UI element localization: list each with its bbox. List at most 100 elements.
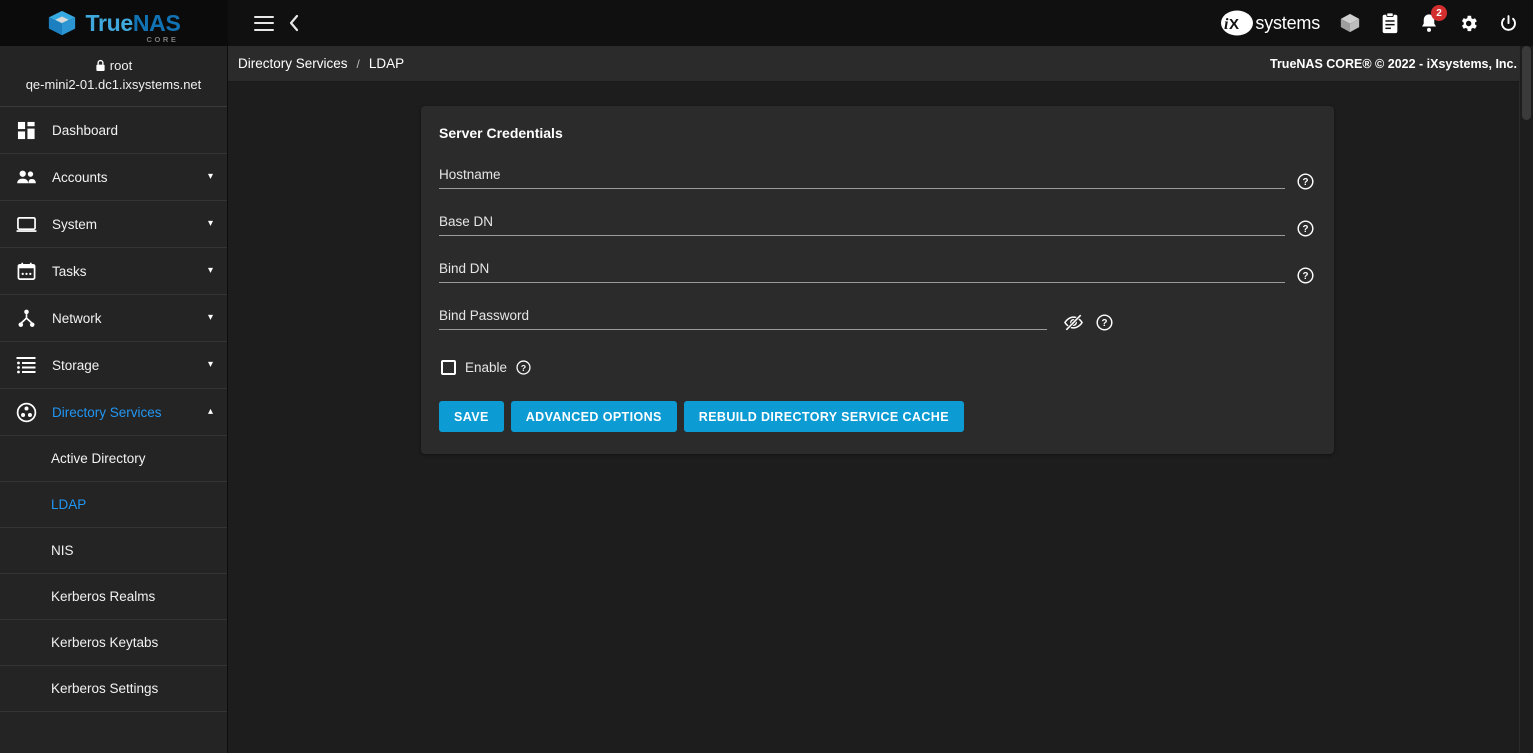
breadcrumb-separator: /	[356, 56, 360, 71]
sidebar-item-storage[interactable]: Storage ▾	[0, 342, 227, 389]
tasks-clipboard-icon[interactable]	[1380, 12, 1400, 34]
svg-text:?: ?	[1303, 177, 1309, 188]
svg-text:?: ?	[1303, 224, 1309, 235]
save-button[interactable]: SAVE	[439, 401, 504, 432]
sidebar-item-network[interactable]: Network ▾	[0, 295, 227, 342]
bind-password-input[interactable]	[439, 309, 1047, 329]
lock-icon	[96, 59, 105, 71]
field-underline	[439, 282, 1285, 283]
truenas-logo[interactable]: TrueNAS CORE	[0, 0, 228, 46]
field-underline	[439, 188, 1285, 189]
main-content: Directory Services / LDAP TrueNAS CORE® …	[228, 46, 1533, 753]
breadcrumb-current: LDAP	[368, 56, 405, 71]
logo-text-nas: NAS	[132, 9, 181, 36]
base-dn-input[interactable]	[439, 215, 1285, 235]
power-icon[interactable]	[1498, 13, 1519, 34]
scrollbar-thumb[interactable]	[1522, 46, 1531, 120]
chevron-down-icon[interactable]: ▾	[208, 266, 213, 276]
sidebar-item-system[interactable]: System ▾	[0, 201, 227, 248]
sidebar-label: Accounts	[52, 169, 108, 185]
hostname-field-row: Hostname ?	[439, 167, 1314, 190]
sidebar-label: Directory Services	[52, 404, 162, 420]
user-info-block: root qe-mini2-01.dc1.ixsystems.net	[0, 46, 227, 107]
notifications-bell-icon[interactable]: 2	[1419, 5, 1447, 34]
chevron-down-icon[interactable]: ▾	[208, 360, 213, 370]
hostname-label: qe-mini2-01.dc1.ixsystems.net	[25, 77, 202, 92]
directory-services-icon	[12, 402, 40, 423]
bind-dn-input[interactable]	[439, 262, 1285, 282]
help-circle-icon[interactable]: ?	[1297, 220, 1314, 237]
logo-text-true: True	[85, 9, 133, 36]
hostname-input[interactable]	[439, 168, 1285, 188]
logo-text-core: CORE	[146, 35, 179, 44]
chevron-down-icon[interactable]: ▾	[208, 172, 213, 182]
sidebar-sublabel: Kerberos Keytabs	[51, 635, 159, 650]
svg-text:X: X	[1229, 16, 1239, 33]
dashboard-icon	[12, 121, 40, 140]
sidebar-item-tasks[interactable]: Tasks ▾	[0, 248, 227, 295]
field-underline	[439, 235, 1285, 236]
jails-cube-icon[interactable]	[1339, 12, 1361, 34]
settings-gear-icon[interactable]	[1458, 13, 1479, 34]
sidebar-item-accounts[interactable]: Accounts ▾	[0, 154, 227, 201]
advanced-options-button[interactable]: ADVANCED OPTIONS	[510, 401, 677, 432]
tasks-calendar-icon	[12, 262, 40, 281]
rebuild-cache-button[interactable]: REBUILD DIRECTORY SERVICE CACHE	[683, 401, 964, 432]
enable-label: Enable	[465, 360, 508, 375]
ixsystems-logo: i X systems	[1220, 10, 1320, 36]
chevron-down-icon[interactable]: ▾	[208, 313, 213, 323]
page-scrollbar[interactable]	[1519, 46, 1533, 753]
help-circle-icon[interactable]: ?	[516, 360, 531, 375]
bind-dn-field-row: Bind DN ?	[439, 261, 1314, 284]
sidebar-label: System	[52, 216, 98, 232]
sidebar-item-kerberos-realms[interactable]: Kerberos Realms	[0, 574, 227, 620]
sidebar-item-nis[interactable]: NIS	[0, 528, 227, 574]
hamburger-icon[interactable]	[254, 15, 274, 31]
help-circle-icon[interactable]: ?	[1297, 173, 1314, 190]
eye-off-icon[interactable]	[1063, 312, 1084, 333]
sidebar-label: Network	[52, 310, 102, 326]
username-label: root	[109, 58, 133, 73]
chevron-left-icon[interactable]	[288, 14, 300, 32]
sidebar-sublabel: Active Directory	[51, 451, 146, 466]
breadcrumb-parent[interactable]: Directory Services	[238, 56, 348, 71]
sidebar-label: Dashboard	[52, 122, 119, 138]
notification-badge: 2	[1431, 5, 1447, 21]
sidebar-sublabel: Kerberos Settings	[51, 681, 159, 696]
ixsystems-wordmark: systems	[1255, 12, 1320, 33]
bind-password-field-row: Bind Password ?	[439, 308, 1314, 333]
enable-checkbox[interactable]	[441, 360, 456, 375]
card-title: Server Credentials	[439, 125, 563, 141]
top-bar: TrueNAS CORE i X systems 2	[0, 0, 1533, 46]
svg-text:?: ?	[521, 363, 526, 373]
sidebar-item-dashboard[interactable]: Dashboard	[0, 107, 227, 154]
sidebar-item-directory-services[interactable]: Directory Services ▴	[0, 389, 227, 436]
enable-checkbox-row: Enable ?	[441, 360, 1314, 375]
help-circle-icon[interactable]: ?	[1096, 314, 1113, 331]
sidebar-sublabel: NIS	[51, 543, 74, 558]
breadcrumb-bar: Directory Services / LDAP TrueNAS CORE® …	[228, 46, 1533, 82]
copyright-label: TrueNAS CORE® © 2022 - iXsystems, Inc.	[1270, 56, 1517, 71]
sidebar-sublabel: Kerberos Realms	[51, 589, 156, 604]
field-underline	[439, 329, 1047, 330]
sidebar-item-ldap[interactable]: LDAP	[0, 482, 227, 528]
sidebar: root qe-mini2-01.dc1.ixsystems.net Dashb…	[0, 46, 228, 753]
sidebar-sublabel: LDAP	[51, 497, 87, 512]
sidebar-item-kerberos-settings[interactable]: Kerberos Settings	[0, 666, 227, 712]
sidebar-item-active-directory[interactable]: Active Directory	[0, 436, 227, 482]
sidebar-label: Storage	[52, 357, 100, 373]
svg-text:?: ?	[1303, 271, 1309, 282]
ixsystems-mark-icon: i X	[1221, 10, 1254, 36]
system-monitor-icon	[12, 215, 40, 234]
network-icon	[12, 309, 40, 328]
base-dn-field-row: Base DN ?	[439, 214, 1314, 237]
sidebar-label: Tasks	[52, 263, 87, 279]
help-circle-icon[interactable]: ?	[1297, 267, 1314, 284]
server-credentials-card: Server Credentials Hostname ? Base DN ? …	[421, 106, 1334, 454]
top-bar-actions: i X systems 2	[1220, 0, 1519, 46]
sidebar-item-kerberos-keytabs[interactable]: Kerberos Keytabs	[0, 620, 227, 666]
chevron-up-icon[interactable]: ▴	[208, 407, 213, 417]
chevron-down-icon[interactable]: ▾	[208, 219, 213, 229]
breadcrumb: Directory Services / LDAP	[238, 56, 404, 71]
svg-text:?: ?	[1102, 318, 1108, 329]
